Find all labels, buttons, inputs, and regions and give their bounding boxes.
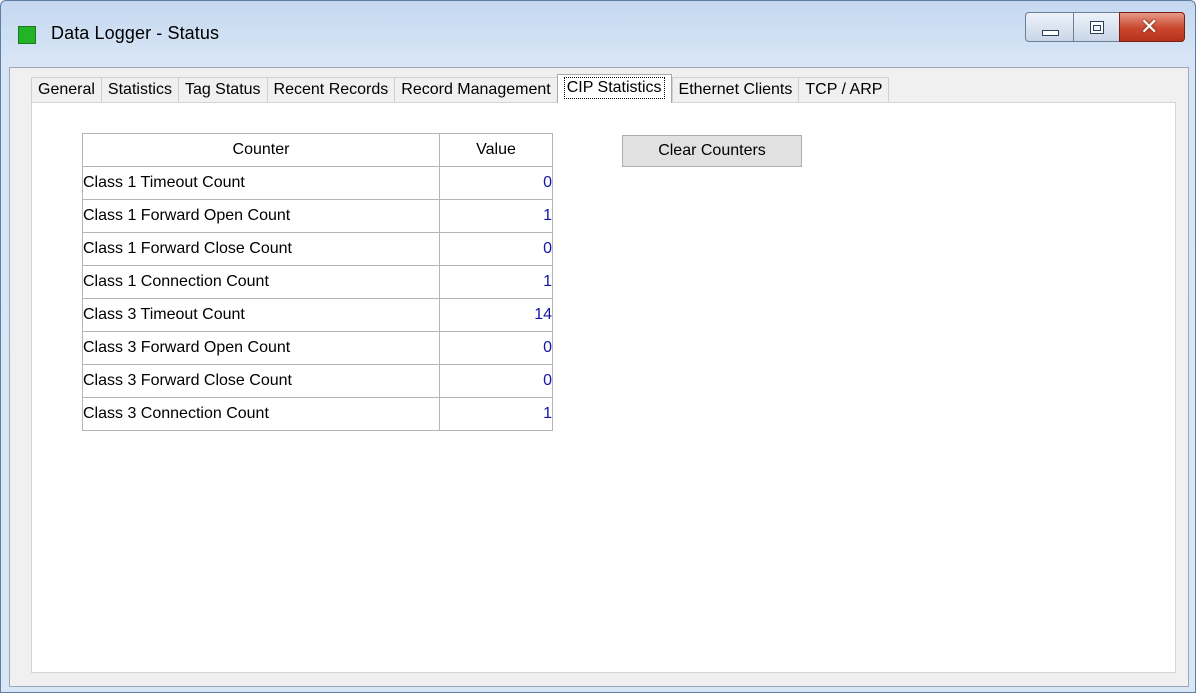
counter-name-cell: Class 1 Connection Count: [82, 265, 440, 299]
tab-statistics[interactable]: Statistics: [100, 77, 178, 102]
counter-name-cell: Class 3 Timeout Count: [82, 298, 440, 332]
green-square-icon: [18, 26, 36, 44]
close-icon: ✕: [1140, 15, 1159, 40]
counter-name-cell: Class 3 Connection Count: [82, 397, 440, 431]
minimize-button[interactable]: [1025, 12, 1073, 42]
counter-value-cell: 0: [439, 166, 553, 200]
table-row[interactable]: Class 3 Timeout Count 14: [82, 298, 553, 332]
table-header-row: Counter Value: [82, 133, 553, 167]
counter-value-cell: 1: [439, 265, 553, 299]
table-row[interactable]: Class 3 Connection Count 1: [82, 397, 553, 431]
clear-counters-button[interactable]: Clear Counters: [622, 135, 802, 167]
counter-name-cell: Class 3 Forward Open Count: [82, 331, 440, 365]
cip-statistics-panel: Counter Value Class 1 Timeout Count 0 Cl…: [31, 102, 1176, 673]
table-row[interactable]: Class 1 Forward Open Count 1: [82, 199, 553, 233]
cip-counters-table: Counter Value Class 1 Timeout Count 0 Cl…: [82, 133, 553, 431]
tab-tag-status[interactable]: Tag Status: [177, 77, 267, 102]
table-row[interactable]: Class 1 Connection Count 1: [82, 265, 553, 299]
counter-value-cell: 0: [439, 232, 553, 266]
counter-name-cell: Class 1 Timeout Count: [82, 166, 440, 200]
table-row[interactable]: Class 3 Forward Open Count 0: [82, 331, 553, 365]
title-bar[interactable]: Data Logger - Status ✕: [1, 1, 1195, 67]
tab-cip-statistics[interactable]: CIP Statistics: [556, 74, 672, 103]
counter-value-cell: 1: [439, 199, 553, 233]
counter-name-cell: Class 3 Forward Close Count: [82, 364, 440, 398]
window-title: Data Logger - Status: [51, 23, 220, 43]
client-area: General Statistics Tag Status Recent Rec…: [9, 67, 1189, 687]
counter-column-header[interactable]: Counter: [82, 133, 440, 167]
tab-recent-records[interactable]: Recent Records: [266, 77, 395, 102]
window-controls: ✕: [1025, 12, 1185, 42]
tab-general[interactable]: General: [31, 77, 101, 102]
counter-value-cell: 0: [439, 331, 553, 365]
counter-value-cell: 1: [439, 397, 553, 431]
counter-value-cell: 14: [439, 298, 553, 332]
counter-name-cell: Class 1 Forward Close Count: [82, 232, 440, 266]
tab-strip: General Statistics Tag Status Recent Rec…: [31, 74, 890, 103]
close-button[interactable]: ✕: [1119, 12, 1185, 42]
table-row[interactable]: Class 1 Forward Close Count 0: [82, 232, 553, 266]
counter-name-cell: Class 1 Forward Open Count: [82, 199, 440, 233]
counter-value-cell: 0: [439, 364, 553, 398]
tab-tcp-arp[interactable]: TCP / ARP: [798, 77, 890, 102]
tab-cip-statistics-label: CIP Statistics: [563, 77, 665, 99]
maximize-icon: [1090, 21, 1104, 34]
maximize-button[interactable]: [1073, 12, 1119, 42]
minimize-icon: [1042, 30, 1059, 36]
tab-record-management[interactable]: Record Management: [394, 77, 557, 102]
data-logger-status-window: Data Logger - Status ✕ General Statistic…: [0, 0, 1196, 693]
value-column-header[interactable]: Value: [439, 133, 553, 167]
tab-ethernet-clients[interactable]: Ethernet Clients: [671, 77, 799, 102]
table-row[interactable]: Class 1 Timeout Count 0: [82, 166, 553, 200]
table-row[interactable]: Class 3 Forward Close Count 0: [82, 364, 553, 398]
